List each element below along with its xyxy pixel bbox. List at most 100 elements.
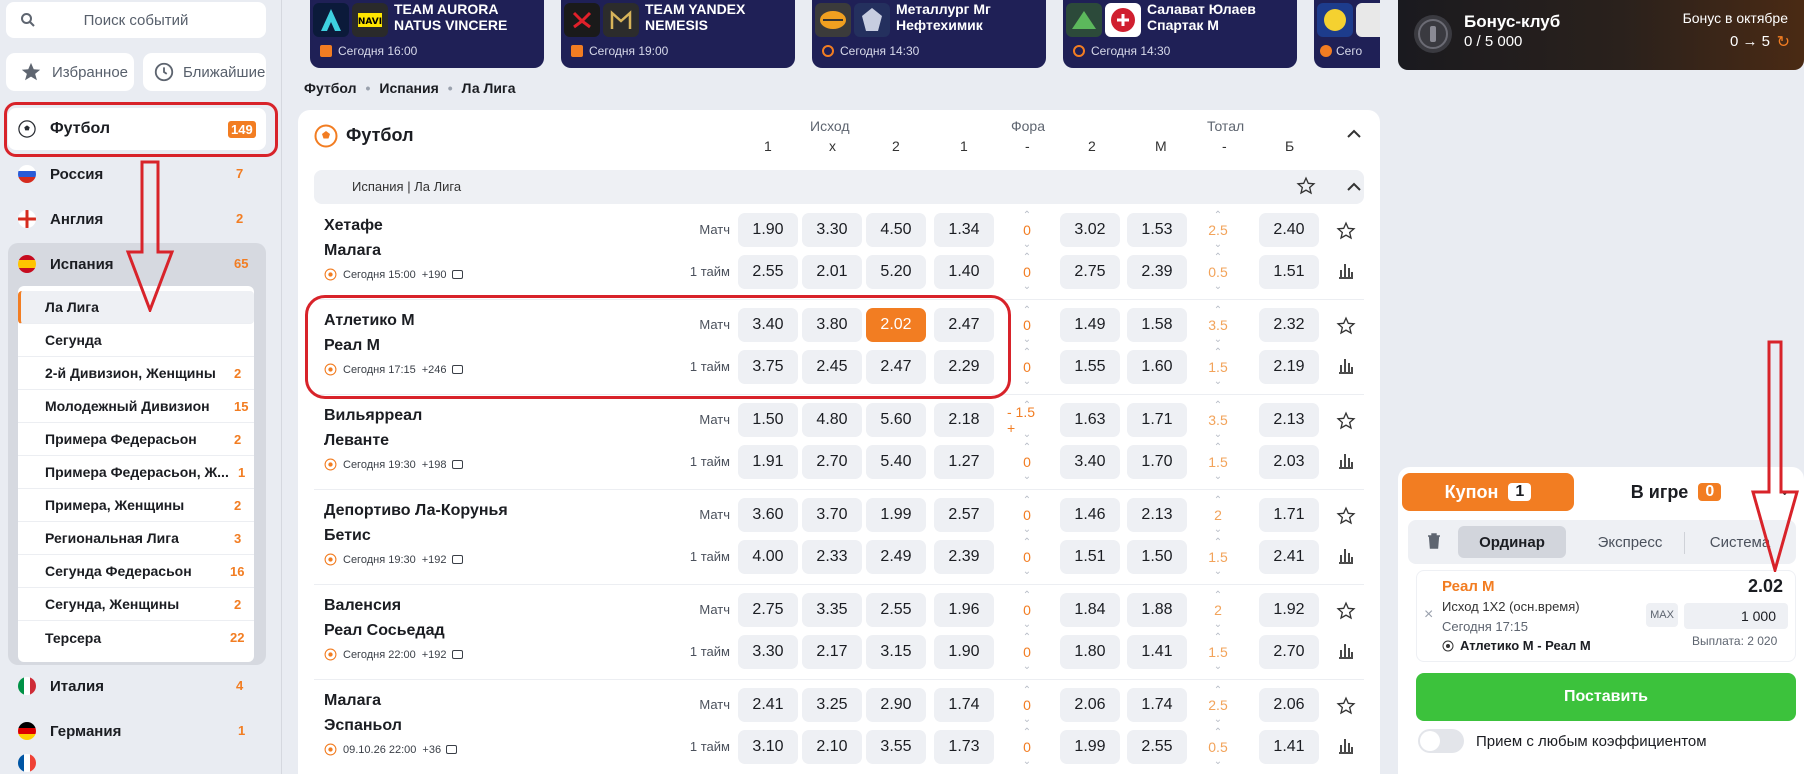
odd-button[interactable]: 1.41	[1259, 730, 1319, 764]
favorite-star-icon[interactable]	[1336, 411, 1356, 431]
league-item[interactable]: 2-й Дивизион, Женщины 2	[18, 357, 254, 390]
odd-button[interactable]: 2.55	[866, 593, 926, 627]
match-away-team[interactable]: Малага	[324, 242, 381, 260]
remove-bet-close-icon[interactable]: ×	[1424, 606, 1433, 624]
breadcrumb-item[interactable]: Ла Лига	[462, 80, 516, 96]
odd-button[interactable]: 2.75	[1060, 255, 1120, 289]
odd-button[interactable]: 1.90	[934, 635, 994, 669]
trash-icon[interactable]	[1426, 532, 1442, 550]
odd-button[interactable]: 1.92	[1259, 593, 1319, 627]
odd-button[interactable]: 1.71	[1127, 403, 1187, 437]
place-bet-button[interactable]: Поставить	[1416, 673, 1796, 721]
top-match-card-partial[interactable]: Сего	[1314, 0, 1380, 68]
sidebar-country-germany[interactable]: Германия 1	[8, 710, 266, 752]
line-down-chevron-icon[interactable]: ⌄	[1198, 756, 1238, 767]
collapse-chevron-up-icon[interactable]	[1346, 128, 1362, 140]
odd-button[interactable]: 3.55	[866, 730, 926, 764]
mode-single-button[interactable]: Ординар	[1458, 526, 1566, 558]
odd-button[interactable]: 2.32	[1259, 308, 1319, 342]
odd-button[interactable]: 2.55	[738, 255, 798, 289]
odd-button[interactable]: 3.10	[738, 730, 798, 764]
odd-button[interactable]: 2.57	[934, 498, 994, 532]
line-down-chevron-icon[interactable]: ⌄	[1198, 239, 1238, 250]
odd-button[interactable]: 5.40	[866, 445, 926, 479]
odd-button[interactable]: 1.60	[1127, 350, 1187, 384]
line-down-chevron-icon[interactable]: ⌄	[1007, 619, 1047, 630]
league-item[interactable]: Примера Федерасьон, Ж... 1	[18, 456, 254, 489]
odd-button[interactable]: 2.19	[1259, 350, 1319, 384]
odd-button[interactable]: 1.53	[1127, 213, 1187, 247]
line-down-chevron-icon[interactable]: ⌄	[1007, 661, 1047, 672]
odd-button[interactable]: 3.70	[802, 498, 862, 532]
odd-button[interactable]: 1.91	[738, 445, 798, 479]
odd-button[interactable]: 1.73	[934, 730, 994, 764]
match-home-team[interactable]: Валенсия	[324, 597, 401, 615]
odd-button[interactable]: 1.58	[1127, 308, 1187, 342]
odd-button[interactable]: 1.27	[934, 445, 994, 479]
odd-button[interactable]: 2.40	[1259, 213, 1319, 247]
odd-button[interactable]: 3.30	[802, 213, 862, 247]
line-down-chevron-icon[interactable]: ⌄	[1198, 661, 1238, 672]
top-match-card[interactable]: TEAM YANDEX NEMESIS Сегодня 19:00	[561, 0, 795, 68]
odd-button[interactable]: 5.60	[866, 403, 926, 437]
mode-express-button[interactable]: Экспресс	[1576, 526, 1684, 558]
odd-button[interactable]: 5.20	[866, 255, 926, 289]
match-home-team[interactable]: Депортиво Ла-Корунья	[324, 502, 508, 520]
odd-button[interactable]: 2.55	[1127, 730, 1187, 764]
league-item[interactable]: Сегунда, Женщины 2	[18, 588, 254, 621]
odd-button[interactable]: 1.90	[738, 213, 798, 247]
any-odds-toggle[interactable]	[1418, 729, 1464, 753]
markets-count[interactable]: +192	[422, 554, 447, 566]
favorite-star-icon[interactable]	[1296, 176, 1316, 196]
top-match-card[interactable]: NAVI TEAM AURORA NATUS VINCERE Сегодня 1…	[310, 0, 544, 68]
line-down-chevron-icon[interactable]: ⌄	[1198, 566, 1238, 577]
odd-button[interactable]: 3.60	[738, 498, 798, 532]
line-down-chevron-icon[interactable]: ⌄	[1198, 524, 1238, 535]
max-stake-button[interactable]: MAX	[1646, 603, 1678, 627]
league-item[interactable]: Терсера 22	[18, 621, 254, 654]
odd-button[interactable]: 3.40	[1060, 445, 1120, 479]
league-item[interactable]: Региональная Лига 3	[18, 522, 254, 555]
odd-button[interactable]: 1.88	[1127, 593, 1187, 627]
league-item-segunda[interactable]: Сегунда	[18, 324, 254, 357]
favorite-star-icon[interactable]	[1336, 696, 1356, 716]
odd-button[interactable]: 1.51	[1259, 255, 1319, 289]
statistics-icon[interactable]	[1337, 546, 1355, 564]
odd-button[interactable]: 2.06	[1259, 688, 1319, 722]
odd-button[interactable]: 2.06	[1060, 688, 1120, 722]
odd-button[interactable]: 2.10	[802, 730, 862, 764]
nearest-button[interactable]: Ближайшие	[143, 53, 266, 91]
odd-button[interactable]: 2.13	[1127, 498, 1187, 532]
sidebar-country-italy[interactable]: Италия 4	[8, 665, 266, 707]
statistics-icon[interactable]	[1337, 451, 1355, 469]
odd-button[interactable]: 1.41	[1127, 635, 1187, 669]
odd-button[interactable]: 1.99	[1060, 730, 1120, 764]
match-home-team[interactable]: Хетафе	[324, 217, 383, 235]
odd-button[interactable]: 1.99	[866, 498, 926, 532]
odd-button[interactable]: 2.39	[934, 540, 994, 574]
odd-button[interactable]: 2.17	[802, 635, 862, 669]
markets-count[interactable]: +198	[422, 459, 447, 471]
sidebar-country-partial[interactable]	[8, 754, 266, 774]
odd-button[interactable]: 1.70	[1127, 445, 1187, 479]
line-down-chevron-icon[interactable]: ⌄	[1007, 471, 1047, 482]
bonus-club-banner[interactable]: Бонус-клуб 0 / 5 000 Бонус в октябре 0 →…	[1398, 0, 1804, 70]
odd-button[interactable]: 1.40	[934, 255, 994, 289]
league-item[interactable]: Молодежный Дивизион 15	[18, 390, 254, 423]
odd-button[interactable]: 4.80	[802, 403, 862, 437]
top-match-card[interactable]: Салават Юлаев Спартак М Сегодня 14:30	[1063, 0, 1297, 68]
line-down-chevron-icon[interactable]: ⌄	[1198, 334, 1238, 345]
odd-button[interactable]: 2.41	[1259, 540, 1319, 574]
match-away-team[interactable]: Бетис	[324, 527, 371, 545]
line-down-chevron-icon[interactable]: ⌄	[1007, 566, 1047, 577]
line-down-chevron-icon[interactable]: ⌄	[1007, 714, 1047, 725]
line-down-chevron-icon[interactable]: ⌄	[1198, 471, 1238, 482]
match-away-team[interactable]: Леванте	[324, 432, 389, 450]
breadcrumb-item[interactable]: Футбол	[304, 80, 357, 96]
line-down-chevron-icon[interactable]: ⌄	[1198, 429, 1238, 440]
odd-button[interactable]: 2.70	[802, 445, 862, 479]
tab-coupon[interactable]: Купон 1	[1402, 473, 1574, 511]
odd-button[interactable]: 1.74	[1127, 688, 1187, 722]
favorite-star-icon[interactable]	[1336, 316, 1356, 336]
odd-button[interactable]: 1.80	[1060, 635, 1120, 669]
